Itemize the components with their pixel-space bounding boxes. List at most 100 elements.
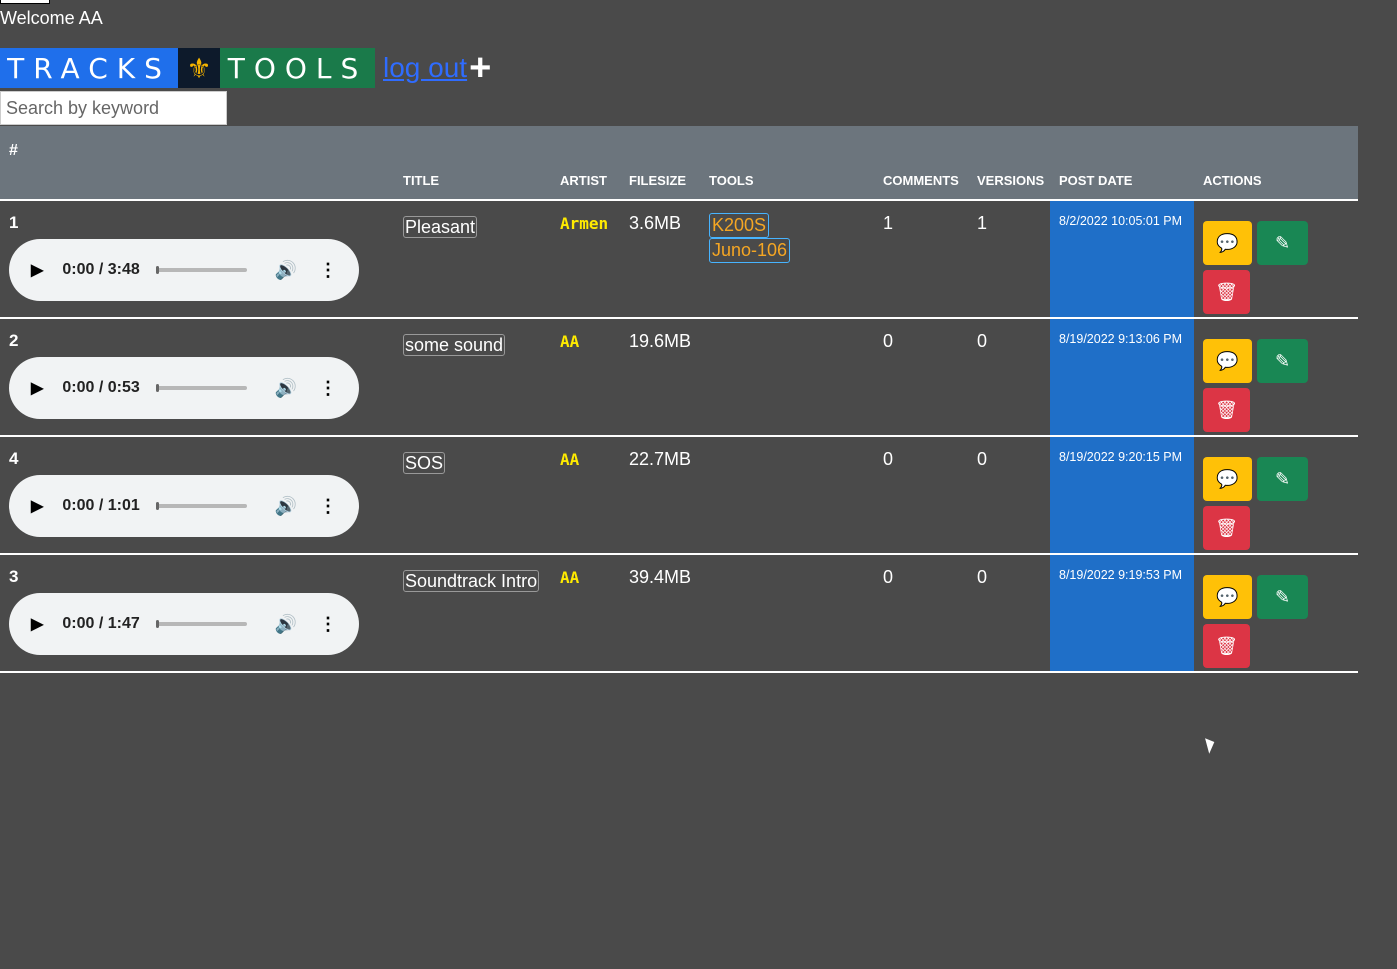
tool-tag[interactable]: Juno-106	[709, 238, 791, 263]
col-comments: COMMENTS	[874, 126, 968, 200]
trash-icon: 🗑	[1215, 635, 1238, 656]
audio-progress[interactable]	[156, 384, 247, 392]
edit-icon: ✎	[1274, 586, 1291, 607]
track-title[interactable]: SOS	[403, 452, 446, 474]
delete-button[interactable]: 🗑	[1203, 388, 1250, 432]
track-title[interactable]: Soundtrack Intro	[403, 570, 540, 592]
track-title[interactable]: some sound	[403, 334, 506, 356]
comments-cell: 0	[883, 567, 894, 587]
title-cell: SOS	[394, 436, 551, 554]
brand-tools: TOOLS	[220, 48, 375, 88]
play-icon[interactable]: ▶	[31, 496, 46, 516]
add-track-icon[interactable]: +	[469, 49, 491, 87]
title-cell: some sound	[394, 318, 551, 436]
volume-icon[interactable]: 🔊	[275, 378, 297, 399]
edit-button[interactable]: ✎	[1257, 575, 1308, 619]
row-number: 3	[9, 567, 19, 586]
col-title: TITLE	[394, 126, 551, 200]
artist-cell: AA	[551, 554, 620, 672]
mouse-cursor-icon	[1205, 736, 1217, 754]
comment-button[interactable]: 💬	[1203, 221, 1252, 265]
comment-button[interactable]: 💬	[1203, 457, 1252, 501]
actions-cell: 💬 ✎ 🗑	[1194, 554, 1358, 672]
comments-cell: 0	[883, 331, 894, 351]
tools-cell	[700, 436, 874, 554]
col-actions: ACTIONS	[1194, 126, 1358, 200]
comment-icon: 💬	[1216, 232, 1239, 253]
comment-button[interactable]: 💬	[1203, 575, 1252, 619]
row-number-cell: 4 ▶ 0:00 / 1:01 🔊 ⋮	[0, 436, 394, 554]
actions-cell: 💬 ✎ 🗑	[1194, 436, 1358, 554]
row-number-cell: 3 ▶ 0:00 / 1:47 🔊 ⋮	[0, 554, 394, 672]
col-tools: TOOLS	[700, 126, 874, 200]
fleur-de-lis-icon: ⚜	[178, 48, 220, 88]
more-vertical-icon[interactable]: ⋮	[319, 260, 337, 281]
track-artist[interactable]: AA	[560, 450, 579, 469]
row-number-cell: 1 ▶ 0:00 / 3:48 🔊 ⋮	[0, 200, 394, 318]
audio-progress[interactable]	[156, 620, 247, 628]
audio-player[interactable]: ▶ 0:00 / 1:47 🔊 ⋮	[9, 593, 359, 655]
play-icon[interactable]: ▶	[31, 614, 46, 634]
post-date: 8/19/2022 9:20:15 PM	[1050, 436, 1194, 554]
post-date: 8/19/2022 9:19:53 PM	[1050, 554, 1194, 672]
play-icon[interactable]: ▶	[31, 378, 46, 398]
audio-progress[interactable]	[156, 502, 247, 510]
audio-time: 0:00 / 3:48	[62, 261, 140, 278]
audio-player[interactable]: ▶ 0:00 / 0:53 🔊 ⋮	[9, 357, 359, 419]
delete-button[interactable]: 🗑	[1203, 506, 1250, 550]
delete-button[interactable]: 🗑	[1203, 624, 1250, 668]
filesize-cell: 3.6MB	[629, 213, 682, 233]
edit-button[interactable]: ✎	[1257, 339, 1308, 383]
search-input[interactable]	[0, 91, 227, 125]
tools-cell	[700, 554, 874, 672]
logout-link[interactable]: log out	[383, 52, 467, 84]
versions-cell: 0	[977, 449, 988, 469]
edit-button[interactable]: ✎	[1257, 221, 1308, 265]
col-filesize: FILESIZE	[620, 126, 700, 200]
volume-icon[interactable]: 🔊	[275, 496, 297, 517]
table-row: 3 ▶ 0:00 / 1:47 🔊 ⋮ Soundtrack Intro AA …	[0, 554, 1358, 672]
audio-time: 0:00 / 1:47	[62, 615, 140, 632]
track-artist[interactable]: Armen	[560, 214, 608, 233]
more-vertical-icon[interactable]: ⋮	[319, 496, 337, 517]
audio-player[interactable]: ▶ 0:00 / 3:48 🔊 ⋮	[9, 239, 359, 301]
comment-icon: 💬	[1216, 586, 1239, 607]
more-vertical-icon[interactable]: ⋮	[319, 378, 337, 399]
comment-button[interactable]: 💬	[1203, 339, 1252, 383]
brand-tracks: TRACKS	[0, 48, 178, 88]
row-number-cell: 2 ▶ 0:00 / 0:53 🔊 ⋮	[0, 318, 394, 436]
edit-icon: ✎	[1274, 350, 1291, 371]
volume-icon[interactable]: 🔊	[275, 260, 297, 281]
versions-cell: 1	[977, 213, 988, 233]
edit-button[interactable]: ✎	[1257, 457, 1308, 501]
col-number: #	[0, 126, 394, 200]
comment-icon: 💬	[1216, 350, 1239, 371]
actions-cell: 💬 ✎ 🗑	[1194, 318, 1358, 436]
filesize-cell: 19.6MB	[629, 331, 692, 351]
track-title[interactable]: Pleasant	[403, 216, 478, 238]
actions-cell: 💬 ✎ 🗑	[1194, 200, 1358, 318]
track-artist[interactable]: AA	[560, 332, 579, 351]
tool-tag[interactable]: K200S	[709, 213, 770, 238]
volume-icon[interactable]: 🔊	[275, 614, 297, 635]
row-number: 4	[9, 449, 19, 468]
delete-button[interactable]: 🗑	[1203, 270, 1250, 314]
post-date: 8/19/2022 9:13:06 PM	[1050, 318, 1194, 436]
col-versions: VERSIONS	[968, 126, 1050, 200]
artist-cell: AA	[551, 318, 620, 436]
audio-player[interactable]: ▶ 0:00 / 1:01 🔊 ⋮	[9, 475, 359, 537]
title-cell: Soundtrack Intro	[394, 554, 551, 672]
tracks-table: # TITLE ARTIST FILESIZE TOOLS COMMENTS V…	[0, 126, 1358, 673]
edit-icon: ✎	[1274, 232, 1291, 253]
more-vertical-icon[interactable]: ⋮	[319, 614, 337, 635]
trash-icon: 🗑	[1215, 517, 1238, 538]
audio-progress[interactable]	[156, 266, 247, 274]
track-artist[interactable]: AA	[560, 568, 579, 587]
comments-cell: 1	[883, 213, 894, 233]
title-cell: Pleasant	[394, 200, 551, 318]
row-number: 2	[9, 331, 19, 350]
tools-cell: K200SJuno-106	[700, 200, 874, 318]
comment-icon: 💬	[1216, 468, 1239, 489]
post-date: 8/2/2022 10:05:01 PM	[1050, 200, 1194, 318]
play-icon[interactable]: ▶	[31, 260, 46, 280]
